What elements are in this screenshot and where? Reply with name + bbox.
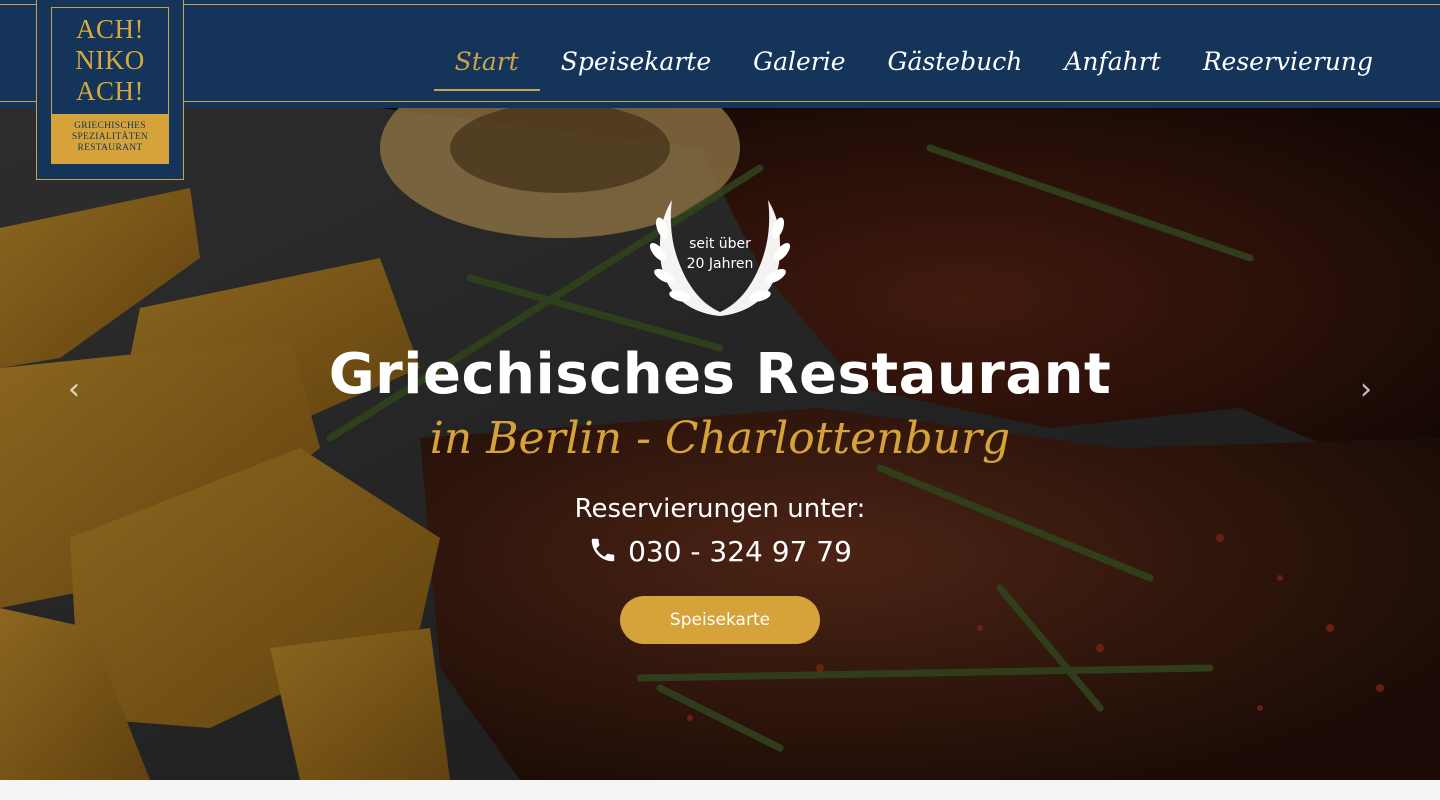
- logo-line-3: ACH!: [76, 76, 144, 106]
- phone-icon: [591, 538, 615, 562]
- laurel-wreath-badge: seit über 20 Jahren: [640, 194, 800, 324]
- page-bottom-strip: [0, 780, 1440, 800]
- menu-cta-button[interactable]: Speisekarte: [620, 596, 820, 644]
- nav-item-start[interactable]: Start: [433, 38, 540, 92]
- site-header: Start Speisekarte Galerie Gästebuch Anfa…: [0, 0, 1440, 108]
- header-bottom-rule: [0, 101, 1440, 102]
- hero-subtitle: in Berlin - Charlottenburg: [429, 413, 1011, 464]
- logo-subtitle-line-1: GRIECHISCHES: [74, 121, 146, 131]
- site-logo[interactable]: ACH! NIKO ACH! GRIECHISCHES SPEZIALITÄTE…: [36, 0, 184, 180]
- nav-item-gaestebuch[interactable]: Gästebuch: [867, 38, 1044, 92]
- header-top-rule: [0, 4, 1440, 5]
- phone-line[interactable]: 030 - 324 97 79: [0, 535, 1440, 568]
- logo-subtitle-line-3: RESTAURANT: [77, 143, 143, 153]
- phone-number: 030 - 324 97 79: [628, 535, 852, 568]
- nav-item-galerie[interactable]: Galerie: [732, 38, 866, 92]
- nav-item-speisekarte[interactable]: Speisekarte: [540, 38, 732, 92]
- logo-line-1: ACH!: [76, 14, 144, 44]
- hero-slider: ‹ › seit über 20 Jahren Griechisches Res…: [0, 108, 1440, 780]
- hero-title: Griechisches Restaurant: [328, 342, 1112, 407]
- badge-text: seit über 20 Jahren: [640, 234, 800, 274]
- logo-subtitle-band: GRIECHISCHES SPEZIALITÄTEN RESTAURANT: [52, 114, 168, 163]
- main-navigation: Start Speisekarte Galerie Gästebuch Anfa…: [433, 38, 1394, 92]
- logo-frame: ACH! NIKO ACH! GRIECHISCHES SPEZIALITÄTE…: [51, 7, 169, 164]
- logo-line-2: NIKO: [75, 45, 145, 75]
- badge-line-2: 20 Jahren: [686, 256, 754, 272]
- reservation-label: Reservierungen unter:: [574, 494, 866, 524]
- nav-item-anfahrt[interactable]: Anfahrt: [1043, 38, 1181, 92]
- nav-item-reservierung[interactable]: Reservierung: [1182, 38, 1394, 92]
- badge-line-1: seit über: [689, 236, 751, 252]
- logo-subtitle-line-2: SPEZIALITÄTEN: [71, 132, 149, 142]
